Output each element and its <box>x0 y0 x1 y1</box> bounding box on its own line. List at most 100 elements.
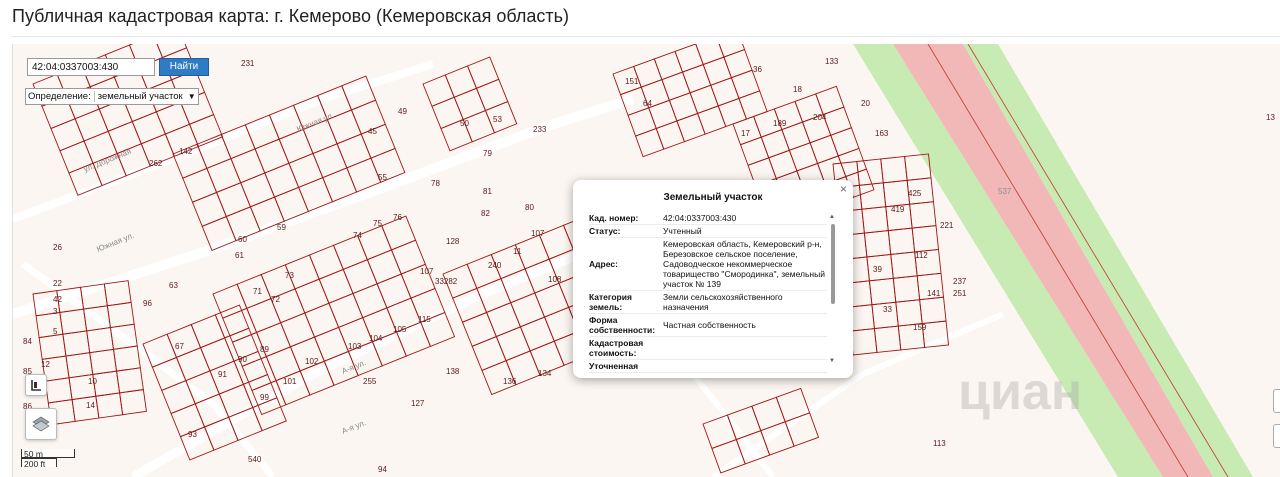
parcel-outline <box>738 90 768 120</box>
side-control-button[interactable] <box>1273 389 1280 413</box>
row-value: Земли сельскохозяйственного назначения <box>663 292 783 312</box>
parcel-number-label: 103 <box>348 342 362 351</box>
parcel-outline <box>216 182 252 218</box>
parcel-outline <box>240 172 276 208</box>
parcel-outline <box>119 389 147 416</box>
ruler-button[interactable] <box>25 374 47 396</box>
find-button[interactable]: Найти <box>159 58 209 76</box>
parcel-number-label: 79 <box>483 149 492 158</box>
parcel-number-label: 112 <box>915 251 928 260</box>
row-value: Учтенный <box>663 226 702 236</box>
parcel-outline <box>50 118 85 152</box>
parcel-number-label: 419 <box>891 205 905 214</box>
parcel-number-label: 10 <box>88 377 97 386</box>
parcel-outline <box>723 48 753 79</box>
close-icon[interactable]: × <box>840 182 847 196</box>
parcel-outline <box>360 123 396 159</box>
parcel-outline <box>534 282 570 318</box>
parcel-number-label: 80 <box>525 203 534 212</box>
popup-title: Земельный участок <box>663 192 763 203</box>
parcel-outline <box>710 77 740 107</box>
parcel-outline <box>65 352 94 379</box>
parcel-outline <box>155 101 191 135</box>
parcel-number-label: 18 <box>793 85 802 94</box>
side-control-button[interactable] <box>1273 424 1280 448</box>
parcel-number-label: 102 <box>305 357 319 366</box>
ruler-icon <box>31 380 41 391</box>
parcel-number-label: 82 <box>481 209 490 218</box>
parcel-outline <box>850 328 878 356</box>
scale-metric: 50 m <box>21 449 75 459</box>
row-key: Статус: <box>589 226 621 236</box>
popup-row: Кадастровая стоимость: <box>589 337 827 360</box>
parcel-number-label: 5 <box>53 327 58 336</box>
parcel-outline <box>265 346 301 382</box>
scroll-down-icon[interactable]: ▼ <box>829 358 835 364</box>
parcel-outline <box>89 348 118 375</box>
parcel-number-label: 12 <box>41 360 50 369</box>
parcel-number-label: 39 <box>873 265 882 274</box>
parcel-number-label: 74 <box>353 231 362 240</box>
parcel-number-label: 108 <box>548 275 562 284</box>
parcel-number-label: 93 <box>188 430 197 439</box>
parcel-outline <box>444 65 478 98</box>
parcel-outline <box>627 107 657 137</box>
scroll-thumb[interactable] <box>831 224 835 304</box>
parcel-number-label: 20 <box>861 99 870 108</box>
definition-select[interactable]: Определение: земельный участок ▼ <box>25 88 199 105</box>
parcel-outline <box>676 112 706 143</box>
parcel-outline <box>376 273 412 309</box>
parcel-number-label: 90 <box>238 355 247 364</box>
row-key: Категория земель: <box>589 292 632 312</box>
parcel-outline <box>304 302 340 338</box>
parcel-number-label: 63 <box>169 281 178 290</box>
layers-button[interactable] <box>25 408 57 440</box>
parcel-outline <box>131 111 166 145</box>
popup-scrollbar[interactable]: ▲ ▼ <box>829 214 837 364</box>
parcel-outline <box>471 335 507 372</box>
parcel-number-label: 221 <box>940 221 954 230</box>
parcel-outline <box>62 330 91 357</box>
parcel-outline <box>318 268 354 304</box>
parcel-number-label: 204 <box>813 113 827 122</box>
parcel-number-label: 26 <box>53 243 62 252</box>
parcel-outline <box>312 143 348 179</box>
parcel-number-label: 94 <box>378 465 387 474</box>
parcel-outline <box>880 155 908 184</box>
watermark: циан <box>958 363 1083 421</box>
parcel-number-label: 75 <box>373 219 382 228</box>
cadastral-search-input[interactable] <box>27 58 155 76</box>
parcel-outline <box>264 162 300 198</box>
street-label: А-я ул. <box>340 418 367 436</box>
popup-table: Кад. номер: 42:04:0337003:430 Статус: Учте… <box>589 212 827 373</box>
parcel-number-label: 3 <box>53 307 58 316</box>
parcel-outline <box>288 152 324 188</box>
parcel-number-label: 61 <box>235 251 244 260</box>
parcel-outline <box>190 314 226 349</box>
parcel-number-label: 67 <box>175 342 184 351</box>
scale-bar: 50 m 200 ft <box>21 449 75 469</box>
parcel-outline <box>868 277 897 306</box>
parcel-outline <box>739 136 770 166</box>
parcel-number-label: 425 <box>908 189 922 198</box>
scroll-up-icon[interactable]: ▲ <box>829 214 835 220</box>
parcel-outline <box>106 301 135 329</box>
row-value <box>663 365 827 367</box>
parcel-outline <box>887 227 916 255</box>
map-canvas[interactable]: ул. Дорожная Южная ул. Южная ул. А-я ул.… <box>12 44 1280 477</box>
parcel-outline <box>352 283 388 319</box>
street-label: Южная ул. <box>295 111 335 134</box>
parcel-outline <box>280 312 316 348</box>
parcel-outline <box>892 275 921 303</box>
parcel-number-label: 142 <box>179 147 193 156</box>
parcel-number-label: 64 <box>643 99 652 108</box>
parcel-outline <box>495 326 531 362</box>
parcel-outline <box>254 138 290 174</box>
parcel-outline <box>861 206 889 234</box>
parcel-outline <box>453 87 487 121</box>
parcel-outline <box>486 302 522 338</box>
parcel-outline <box>206 158 242 194</box>
parcel-number-label: 115 <box>418 315 431 324</box>
parcel-number-label: 22 <box>53 279 62 288</box>
parcel-number-label: 71 <box>253 287 262 296</box>
